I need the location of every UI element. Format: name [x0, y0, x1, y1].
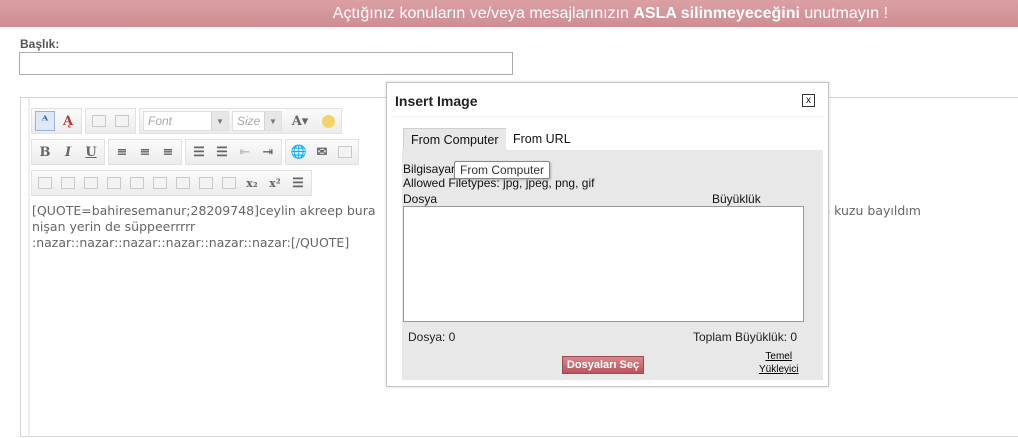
tab-from-url[interactable]: From URL	[506, 128, 578, 150]
underline-icon[interactable]: U	[81, 142, 101, 162]
size-select-label: Size	[237, 114, 261, 128]
ordered-list-icon[interactable]: ☰	[189, 142, 209, 162]
toolbar-row-2: B I U ≡ ≡ ≡ ☰ ☰ ⇤ ⇥ 🌐 ✉	[31, 139, 359, 165]
size-column-header: Büyüklük	[712, 192, 761, 206]
content-line-1-tail: m kuzu bayıldım	[818, 203, 921, 218]
dialog-title: Insert Image	[395, 93, 478, 109]
toolbar-group-list: ☰ ☰ ⇤ ⇥	[185, 139, 282, 165]
toolbar-row-1: ᴬ Ą Font ▼ Size ▼ A▾	[31, 108, 342, 134]
chevron-down-icon: ▼	[211, 112, 228, 130]
php-icon[interactable]	[173, 173, 193, 193]
toolbar-group-align: ≡ ≡ ≡	[108, 139, 182, 165]
outdent-icon[interactable]: ⇤	[235, 142, 255, 162]
font-color-icon[interactable]: A▾	[285, 111, 315, 131]
tooltip: From Computer	[454, 161, 551, 179]
banner-text-end: unutmayın !	[799, 5, 888, 22]
toolbar-group-font: Font ▼ Size ▼ A▾	[139, 108, 342, 134]
align-right-icon[interactable]: ≡	[158, 142, 178, 162]
link-icon[interactable]: 🌐	[289, 142, 309, 162]
banner-bold-text: ASLA silinmeyeceğini	[633, 5, 800, 22]
close-icon[interactable]: x	[802, 94, 815, 107]
select-files-button[interactable]: Dosyaları Seç	[562, 356, 644, 374]
dialog-divider	[393, 116, 824, 117]
paste-text-icon[interactable]	[112, 111, 132, 131]
upload-panel: Bilgisayar Allowed Filetypes: jpg, jpeg,…	[402, 150, 823, 380]
remove-format-icon[interactable]: Ą	[58, 111, 78, 131]
video-icon[interactable]	[219, 173, 239, 193]
file-count: Dosya: 0	[408, 330, 456, 344]
size-select[interactable]: Size ▼	[232, 111, 282, 131]
title-input[interactable]	[19, 52, 513, 75]
indent-icon[interactable]: ⇥	[258, 142, 278, 162]
bold-icon[interactable]: B	[35, 142, 55, 162]
quote-icon[interactable]	[104, 173, 124, 193]
align-left-icon[interactable]: ≡	[112, 142, 132, 162]
table-column-icon[interactable]	[81, 173, 101, 193]
chevron-down-icon: ▼	[264, 112, 281, 130]
basic-uploader-link-line1: Temel	[765, 351, 793, 362]
italic-icon[interactable]: I	[58, 142, 78, 162]
tab-from-computer[interactable]: From Computer	[403, 128, 507, 151]
unordered-list-icon[interactable]: ☰	[212, 142, 232, 162]
table-icon[interactable]	[35, 173, 55, 193]
toolbar-group-clipboard	[85, 108, 136, 134]
file-list[interactable]	[403, 206, 804, 322]
image-icon[interactable]	[335, 142, 355, 162]
toolbar-row-3: x₂ x² ☰	[31, 170, 312, 196]
subscript-icon[interactable]: x₂	[242, 173, 262, 193]
email-icon[interactable]: ✉	[312, 142, 332, 162]
wysiwyg-mode-icon[interactable]: ᴬ	[35, 111, 55, 131]
table-row-icon[interactable]	[58, 173, 78, 193]
code-icon[interactable]	[127, 173, 147, 193]
basic-uploader-link[interactable]: Temel Yükleyici	[759, 350, 798, 376]
smiley-icon[interactable]	[318, 111, 338, 131]
title-label: Başlık:	[20, 37, 60, 51]
spoiler-icon[interactable]	[196, 173, 216, 193]
insert-image-dialog: Insert Image x From Computer From URL Bi…	[386, 82, 829, 387]
basic-uploader-link-line2: Yükleyici	[759, 364, 799, 375]
file-column-header: Dosya	[403, 192, 438, 206]
horizontal-rule-icon[interactable]: ☰	[288, 173, 308, 193]
font-select-label: Font	[148, 114, 173, 128]
superscript-icon[interactable]: x²	[265, 173, 285, 193]
toolbar-group-insert: 🌐 ✉	[285, 139, 359, 165]
html-icon[interactable]	[150, 173, 170, 193]
banner-text: Açtığınız konuların ve/veya mesajlarınız…	[332, 5, 634, 22]
align-center-icon[interactable]: ≡	[135, 142, 155, 162]
total-size: Toplam Büyüklük: 0	[693, 330, 798, 344]
paste-icon[interactable]	[89, 111, 109, 131]
font-select[interactable]: Font ▼	[143, 111, 229, 131]
toolbar-group-mode: ᴬ Ą	[31, 108, 82, 134]
editor-left-border	[28, 98, 30, 438]
toolbar-group-style: B I U	[31, 139, 105, 165]
notice-banner: Açtığınız konuların ve/veya mesajlarınız…	[0, 0, 1018, 27]
toolbar-group-table: x₂ x² ☰	[31, 170, 312, 196]
